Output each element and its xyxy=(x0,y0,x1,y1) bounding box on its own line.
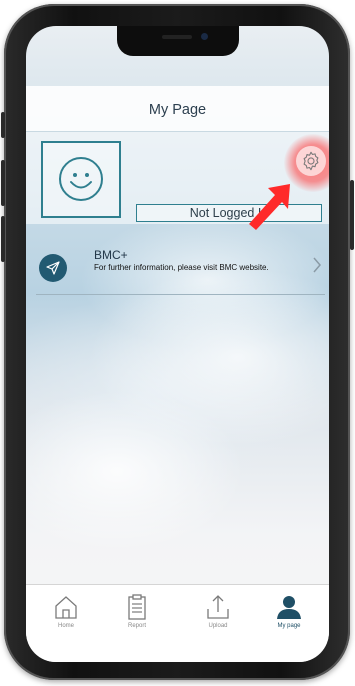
bmc-link-row[interactable]: BMC+ For further information, please vis… xyxy=(26,238,329,296)
person-icon xyxy=(277,596,301,619)
tab-home[interactable]: Home xyxy=(36,593,96,641)
mute-switch xyxy=(1,112,5,138)
upload-icon xyxy=(207,595,229,619)
chevron-right-icon xyxy=(313,257,321,273)
tab-upload[interactable]: Upload xyxy=(188,593,248,641)
login-status-button[interactable]: Not Logged In xyxy=(136,204,322,222)
volume-up-button xyxy=(1,160,5,206)
tab-report[interactable]: Report xyxy=(107,593,167,641)
divider xyxy=(36,294,325,295)
bmc-title: BMC+ xyxy=(94,248,128,262)
notch xyxy=(117,26,239,56)
page-header: My Page xyxy=(26,86,329,132)
tab-upload-label: Upload xyxy=(208,623,228,629)
gear-icon xyxy=(303,151,319,171)
smiley-avatar-icon xyxy=(59,157,103,201)
volume-down-button xyxy=(1,216,5,262)
login-status-label: Not Logged In xyxy=(189,206,269,220)
tab-report-label: Report xyxy=(127,623,146,629)
front-camera-icon xyxy=(201,33,208,40)
tab-my-page[interactable]: My page xyxy=(259,593,319,641)
avatar-frame[interactable] xyxy=(41,141,121,218)
tab-home-label: Home xyxy=(57,623,74,629)
bmc-description: For further information, please visit BM… xyxy=(94,263,269,272)
home-icon xyxy=(55,596,77,619)
app-screen: My Page Not Logged In BMC+ For further i… xyxy=(26,26,329,662)
red-arrow-pointer-icon xyxy=(249,184,290,230)
tab-my-page-label: My page xyxy=(277,623,301,629)
power-button xyxy=(350,180,354,250)
profile-section: Not Logged In xyxy=(26,132,329,230)
clipboard-icon xyxy=(128,594,146,620)
settings-button[interactable] xyxy=(296,146,326,176)
send-icon xyxy=(39,254,67,282)
bottom-tab-bar: Home Report Upload My page xyxy=(26,584,329,662)
speaker-grille xyxy=(162,35,192,39)
page-title: My Page xyxy=(148,102,207,118)
